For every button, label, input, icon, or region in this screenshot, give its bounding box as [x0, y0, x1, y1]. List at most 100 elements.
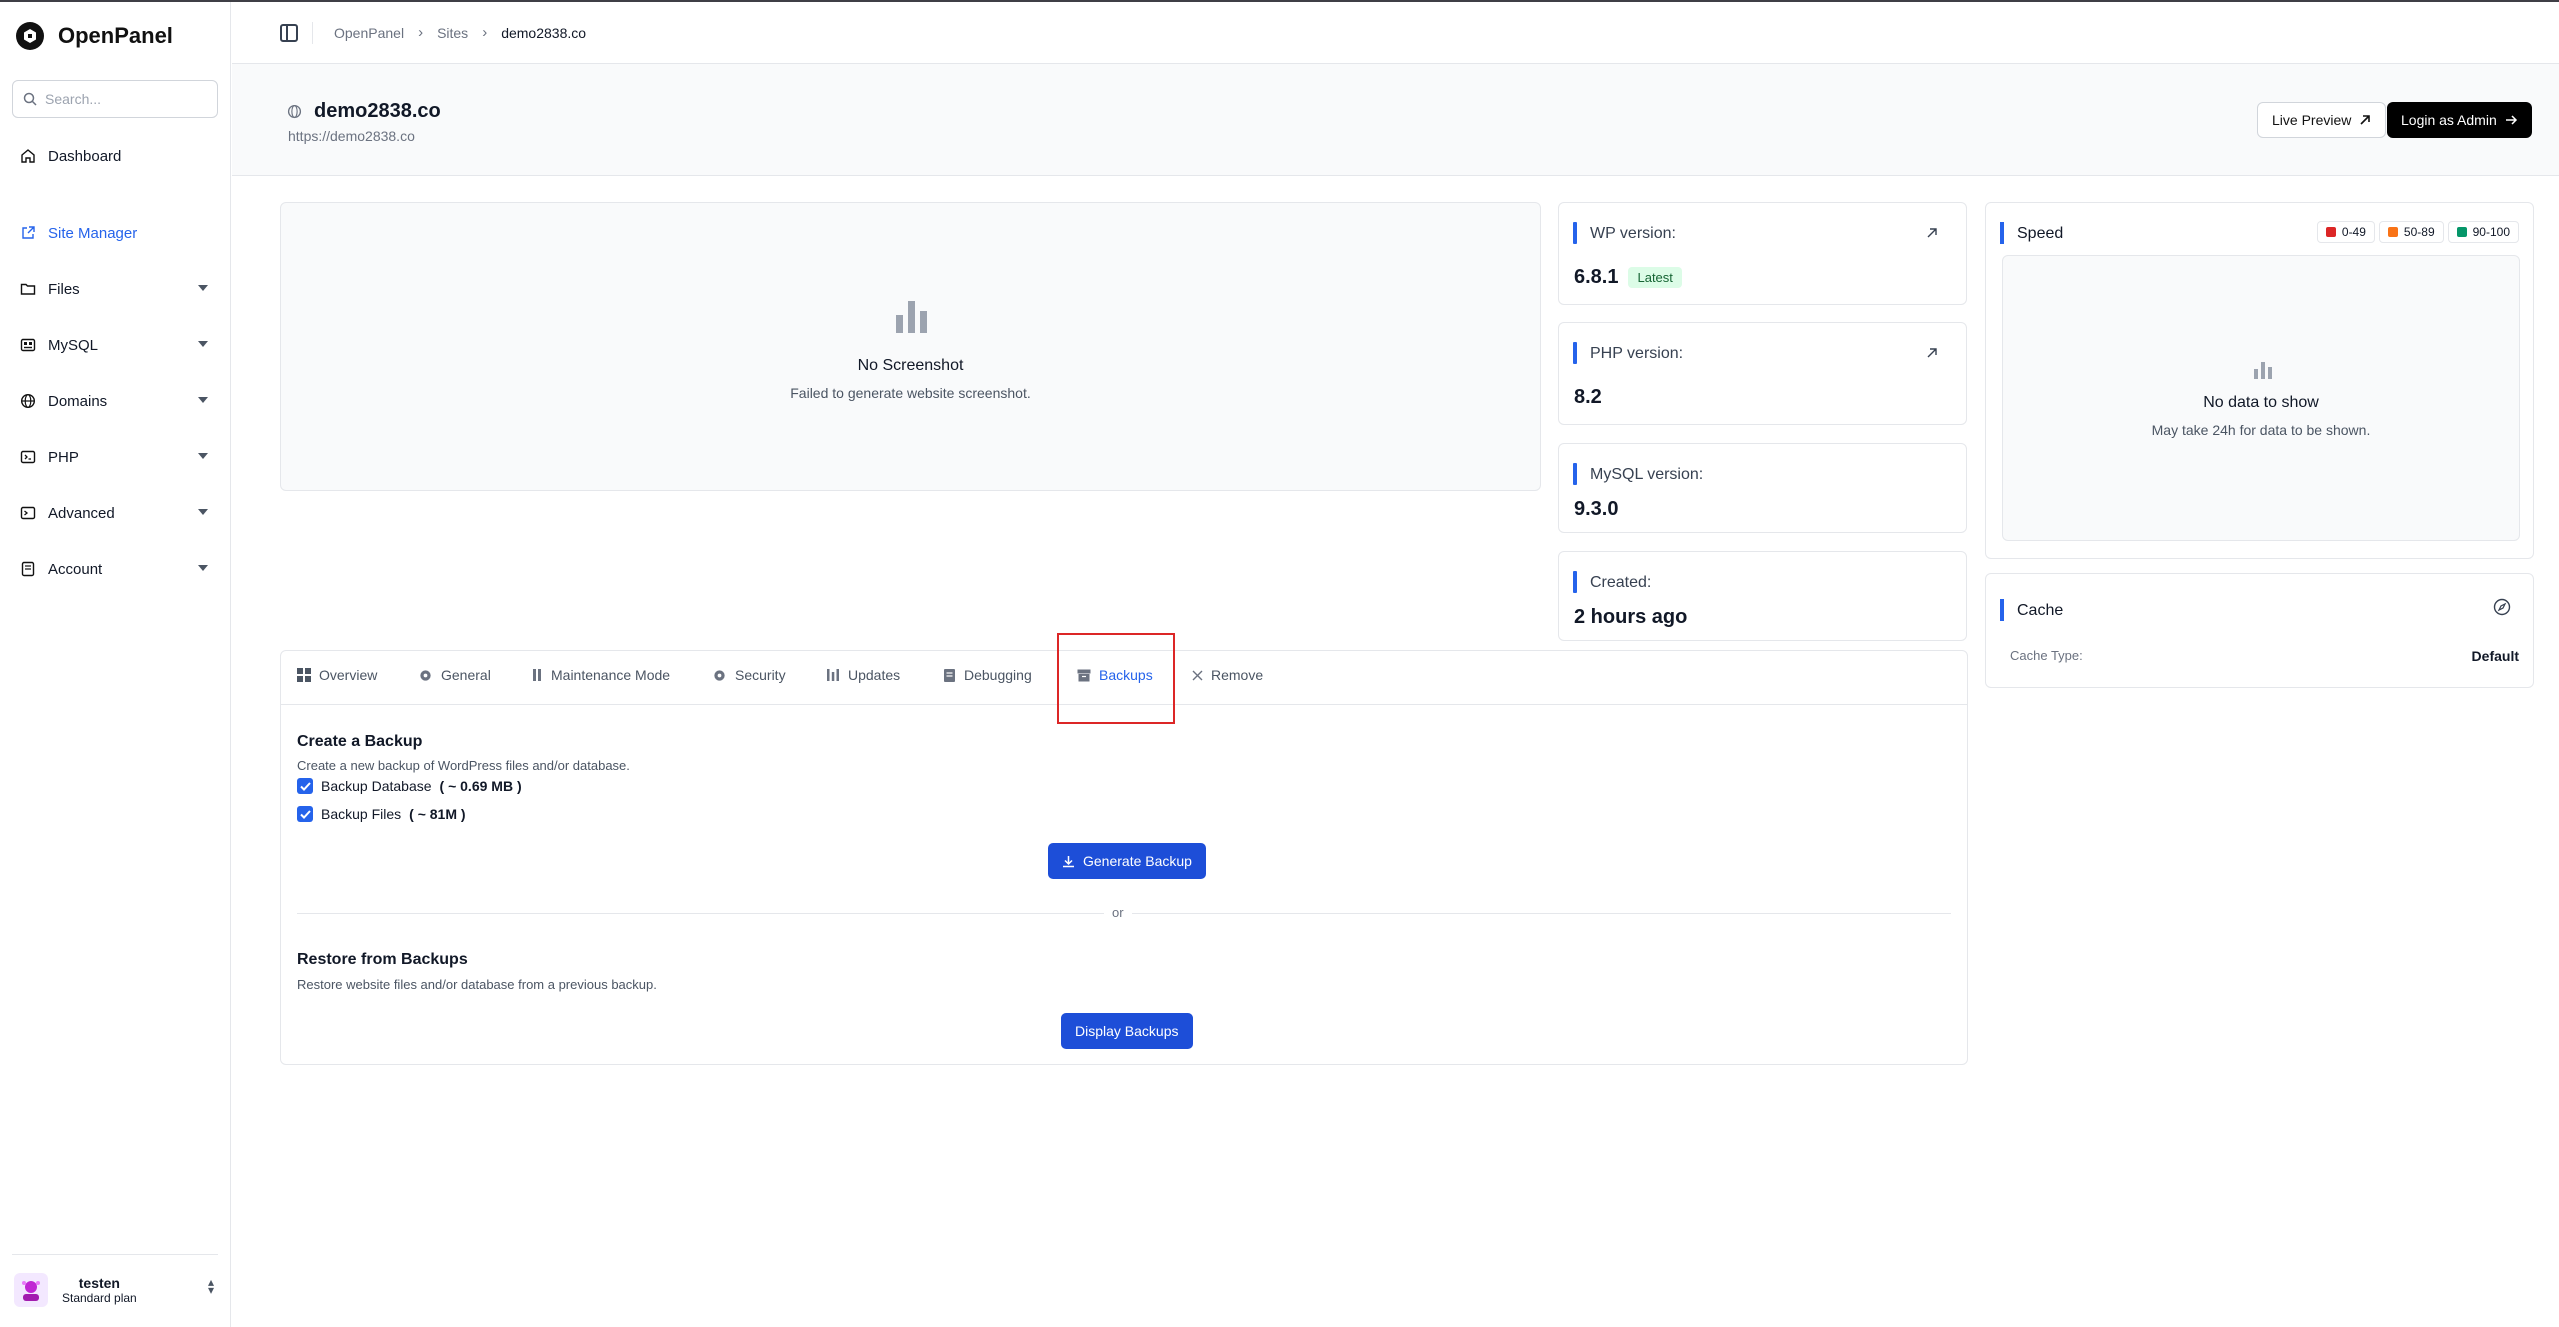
- cache-type-label: Cache Type:: [2010, 648, 2083, 663]
- divider: [312, 22, 313, 44]
- live-preview-button[interactable]: Live Preview: [2257, 102, 2387, 138]
- tab-maintenance-mode[interactable]: Maintenance Mode: [531, 667, 670, 683]
- sidebar-item-label: Domains: [48, 392, 108, 410]
- backup-database-checkbox[interactable]: Backup Database ( ~ 0.69 MB ): [297, 778, 522, 794]
- chevron-down-icon: [198, 341, 208, 347]
- chevron-down-icon: [198, 453, 208, 459]
- created-value: 2 hours ago: [1574, 606, 1688, 628]
- sidebar-item-domains[interactable]: Domains: [12, 383, 218, 419]
- legend-label: 90-100: [2472, 225, 2510, 239]
- sidebar-item-label: MySQL: [48, 336, 99, 354]
- speed-empty-title: No data to show: [2203, 394, 2319, 411]
- book-icon: [21, 561, 35, 577]
- avatar: [14, 1273, 48, 1307]
- generate-backup-button[interactable]: Generate Backup: [1048, 843, 1206, 879]
- sidebar-item-account[interactable]: Account: [12, 551, 218, 587]
- site-title: demo2838.co: [287, 100, 441, 123]
- status-badge: Latest: [1628, 267, 1682, 288]
- tab-updates[interactable]: Updates: [826, 667, 900, 683]
- speed-chart-empty: No data to show May take 24h for data to…: [2002, 255, 2520, 541]
- openpanel-logo-icon: [16, 22, 44, 50]
- legend-item-high: 90-100: [2447, 221, 2519, 243]
- arrow-up-right-icon[interactable]: [1926, 227, 1938, 239]
- arrow-up-right-icon: [2360, 115, 2371, 125]
- breadcrumb: OpenPanel › Sites › demo2838.co: [334, 24, 586, 41]
- tab-overview[interactable]: Overview: [297, 667, 377, 683]
- bar-chart-icon: [896, 301, 927, 333]
- globe-icon: [287, 104, 302, 119]
- arrow-up-right-icon[interactable]: [1926, 347, 1938, 359]
- sidebar-item-php[interactable]: PHP: [12, 439, 218, 475]
- sidebar-item-label: Site Manager: [48, 224, 138, 242]
- brand[interactable]: OpenPanel: [16, 22, 173, 50]
- checkbox-checked-icon[interactable]: [297, 778, 313, 794]
- topbar: OpenPanel › Sites › demo2838.co: [232, 2, 2559, 64]
- backup-database-label: Backup Database: [321, 778, 432, 794]
- sidebar-item-files[interactable]: Files: [12, 271, 218, 307]
- tab-label: Maintenance Mode: [551, 667, 671, 683]
- cache-card: Cache Cache Type: Default: [1985, 573, 2534, 688]
- terminal-icon: [20, 506, 36, 520]
- tab-debugging[interactable]: Debugging: [943, 667, 1032, 683]
- folder-icon: [20, 283, 36, 295]
- backup-database-size: ( ~ 0.69 MB ): [439, 778, 522, 794]
- code-icon: [20, 450, 36, 464]
- chevron-right-icon: ›: [482, 24, 488, 41]
- compass-icon[interactable]: [2493, 598, 2511, 616]
- display-backups-button[interactable]: Display Backups: [1061, 1013, 1193, 1049]
- restore-backups-title: Restore from Backups: [297, 951, 468, 968]
- site-url[interactable]: https://demo2838.co: [288, 128, 415, 144]
- sidebar-item-advanced[interactable]: Advanced: [12, 495, 218, 531]
- checkbox-checked-icon[interactable]: [297, 806, 313, 822]
- display-backups-label: Display Backups: [1075, 1023, 1179, 1039]
- chevron-up-down-icon[interactable]: ▴ ▾: [208, 1276, 214, 1296]
- mysql-version-label: MySQL version:: [1573, 463, 1703, 485]
- wp-version-card: WP version: 6.8.1 Latest: [1558, 202, 1967, 305]
- search-input[interactable]: [45, 91, 205, 107]
- sidebar-item-mysql[interactable]: MySQL: [12, 327, 218, 363]
- tab-general[interactable]: General: [418, 667, 491, 683]
- bar-chart-icon: [2254, 362, 2272, 379]
- search-icon: [23, 92, 37, 106]
- restore-backups-description: Restore website files and/or database fr…: [297, 977, 657, 992]
- cache-type-value: Default: [2471, 648, 2519, 664]
- tab-security[interactable]: Security: [712, 667, 786, 683]
- sidebar-item-site-manager[interactable]: Site Manager: [12, 215, 218, 251]
- php-version-card: PHP version: 8.2: [1558, 322, 1967, 425]
- home-icon: [21, 149, 35, 163]
- tab-label: Debugging: [964, 667, 1032, 683]
- mysql-version-card: MySQL version: 9.3.0: [1558, 443, 1967, 533]
- wp-version-label: WP version:: [1573, 222, 1676, 244]
- arrow-right-icon: [2505, 115, 2517, 125]
- speed-label: Speed: [2000, 222, 2063, 244]
- sidebar-item-dashboard[interactable]: Dashboard: [12, 138, 218, 174]
- sidebar-item-label: Advanced: [48, 504, 115, 522]
- tab-remove[interactable]: Remove: [1192, 667, 1263, 683]
- breadcrumb-item-openpanel[interactable]: OpenPanel: [334, 25, 404, 41]
- tab-label: Updates: [848, 667, 901, 683]
- download-icon: [1063, 855, 1074, 867]
- user-plan: Standard plan: [62, 1291, 137, 1305]
- screenshot-title: No Screenshot: [857, 357, 964, 374]
- sidebar-item-label: Files: [48, 280, 80, 298]
- or-separator: or: [1104, 905, 1132, 920]
- chevron-right-icon: ›: [418, 24, 424, 41]
- sidebar-toggle-icon[interactable]: [280, 24, 298, 42]
- highlight-box: [1057, 633, 1175, 724]
- sidebar-divider: [12, 1254, 218, 1255]
- backup-files-label: Backup Files: [321, 806, 402, 822]
- breadcrumb-item-current: demo2838.co: [501, 24, 587, 41]
- gear-icon: [714, 669, 725, 681]
- sidebar-item-label: PHP: [48, 448, 79, 466]
- sidebar-item-label: Dashboard: [48, 147, 122, 165]
- backup-files-checkbox[interactable]: Backup Files ( ~ 81M ): [297, 806, 466, 822]
- grid-icon: [297, 668, 311, 682]
- created-card: Created: 2 hours ago: [1558, 551, 1967, 641]
- breadcrumb-item-sites[interactable]: Sites: [437, 25, 468, 41]
- user-menu[interactable]: testen Standard plan ▴ ▾: [14, 1268, 214, 1312]
- login-as-admin-button[interactable]: Login as Admin: [2387, 102, 2532, 138]
- site-name: demo2838.co: [314, 100, 441, 122]
- tab-label: Security: [735, 667, 786, 683]
- search-box[interactable]: [12, 80, 218, 118]
- create-backup-description: Create a new backup of WordPress files a…: [297, 758, 630, 773]
